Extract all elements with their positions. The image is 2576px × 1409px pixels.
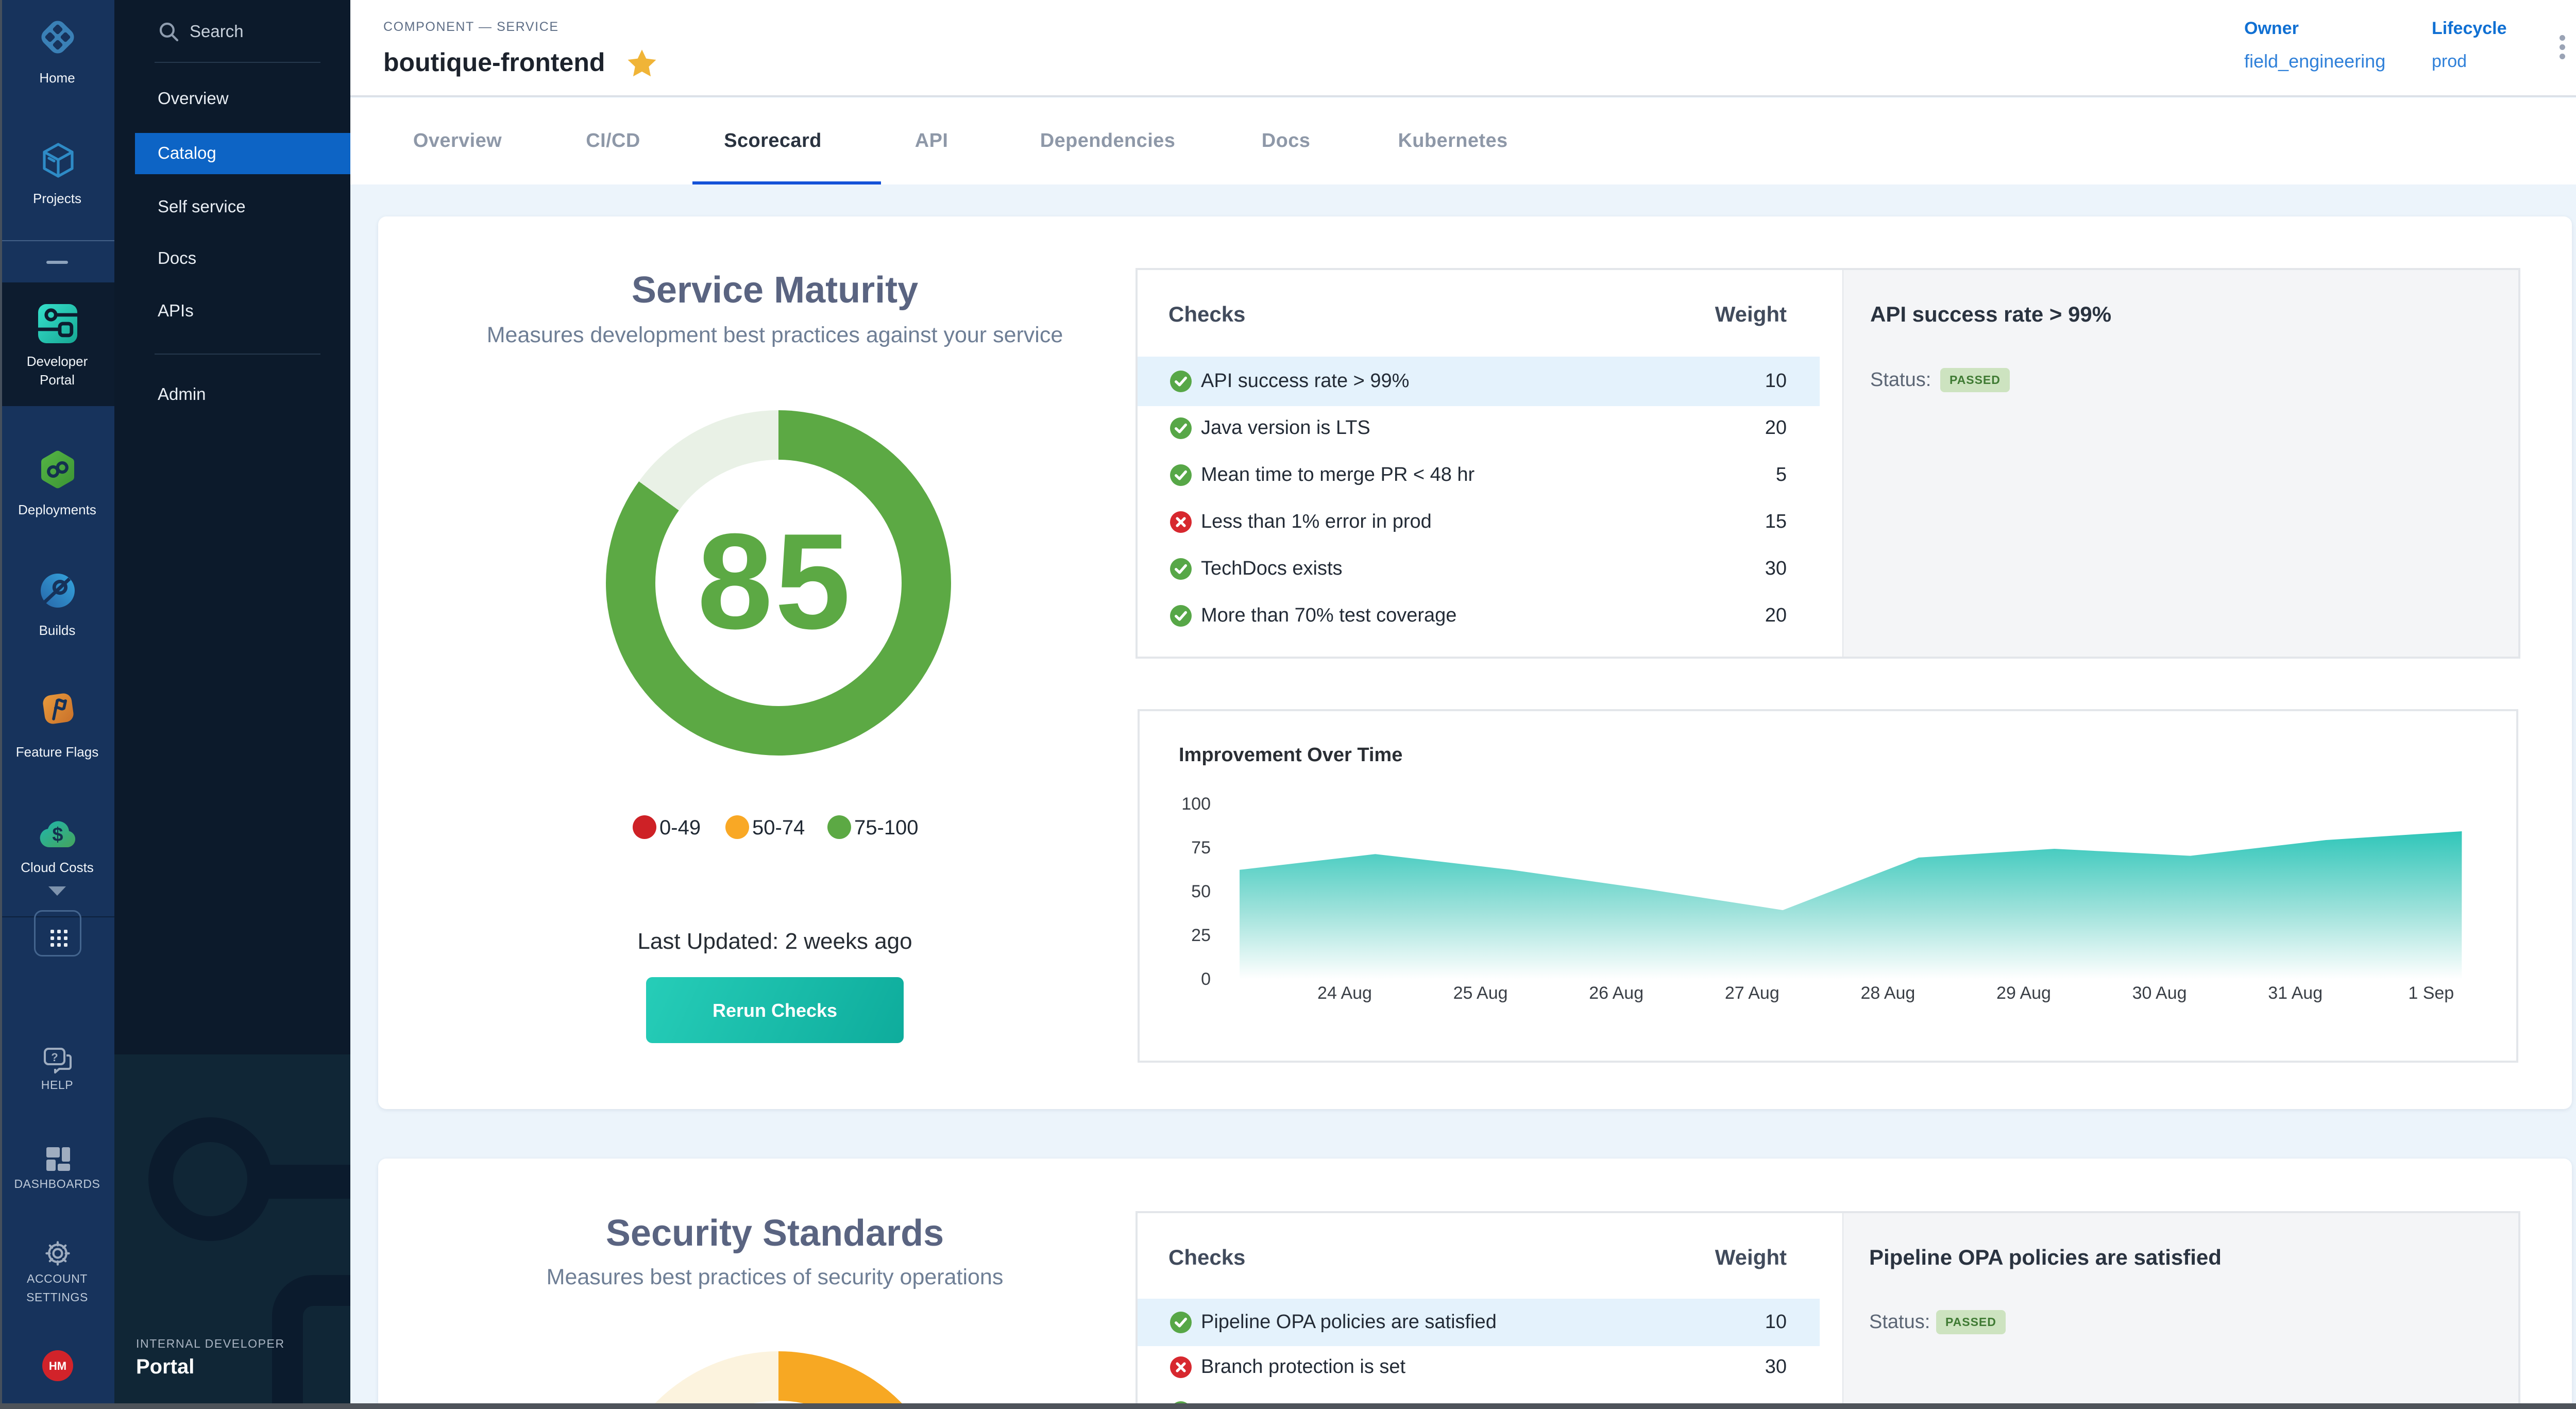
svg-text:$: $ xyxy=(52,824,63,846)
svg-text:?: ? xyxy=(51,1051,58,1064)
